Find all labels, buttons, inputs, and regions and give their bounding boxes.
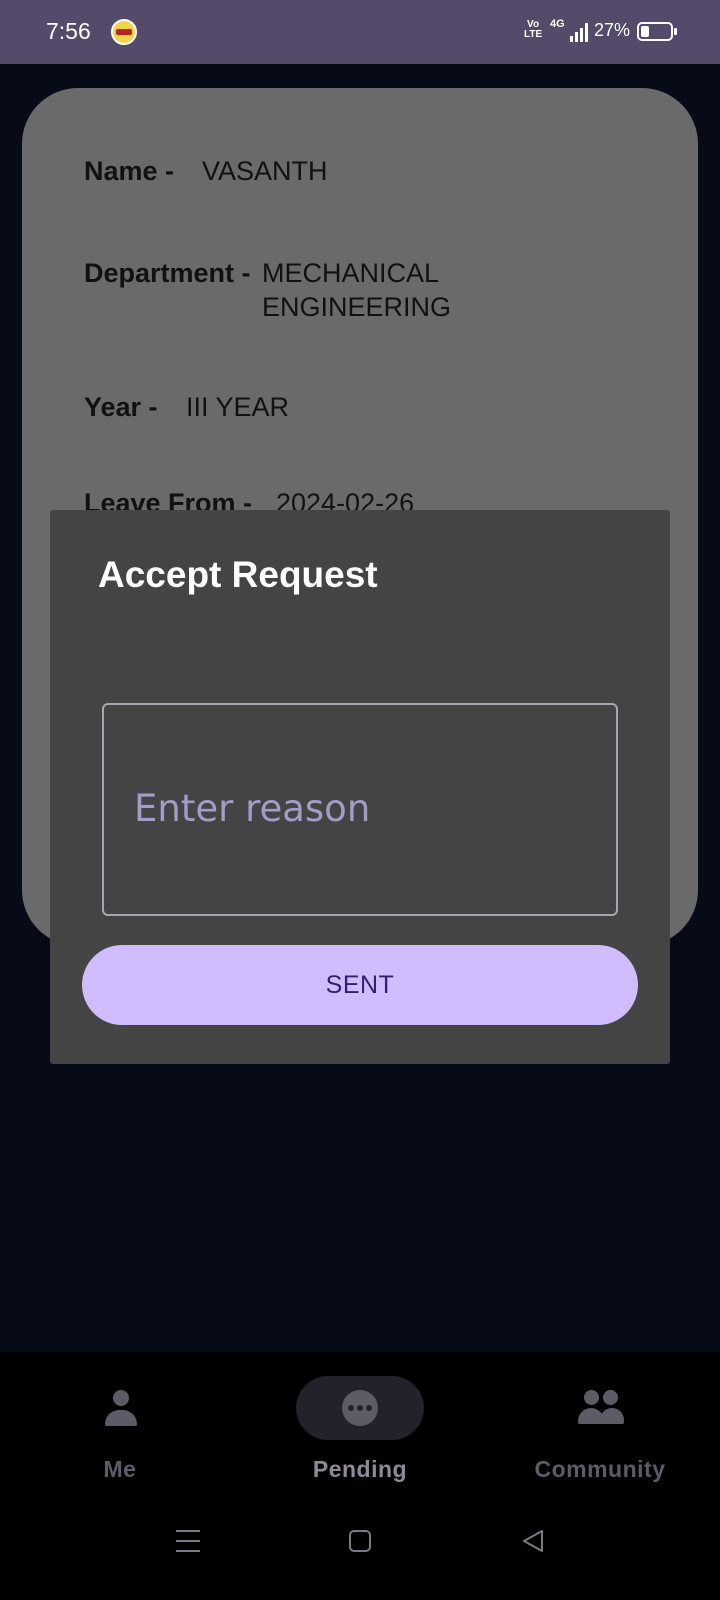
more-horiz-icon <box>342 1390 378 1426</box>
reason-field[interactable] <box>102 703 618 916</box>
year-value: III YEAR <box>186 392 290 422</box>
nav-item-me[interactable]: Me <box>0 1352 240 1492</box>
volte-indicator: Vo LTE <box>524 19 543 40</box>
reason-input[interactable] <box>134 783 584 833</box>
department-row: Department - MECHANICAL ENGINEERING <box>84 258 451 322</box>
year-label: Year - <box>84 392 158 422</box>
nav-label-community: Community <box>534 1456 666 1482</box>
name-row: Name - VASANTH <box>84 156 328 187</box>
battery-level <box>641 26 649 37</box>
accept-request-dialog: Accept Request SENT <box>50 510 670 1064</box>
system-navigation-bar <box>0 1492 720 1600</box>
network-type: 4G <box>550 18 565 30</box>
nav-label-pending: Pending <box>312 1456 408 1482</box>
nav-item-pending[interactable]: Pending <box>240 1352 480 1492</box>
status-time: 7:56 <box>46 18 91 44</box>
battery-icon <box>637 22 677 41</box>
name-value: VASANTH <box>202 156 328 186</box>
group-icon <box>578 1390 624 1426</box>
department-value: MECHANICAL ENGINEERING <box>262 258 452 322</box>
year-row: Year - III YEAR <box>84 392 289 423</box>
back-icon[interactable] <box>520 1528 546 1554</box>
home-icon[interactable] <box>349 1530 371 1552</box>
dialog-title: Accept Request <box>98 554 378 595</box>
signal-icon <box>570 22 590 42</box>
department-label: Department - <box>84 258 251 288</box>
app-notification-icon <box>111 19 137 45</box>
sent-button[interactable]: SENT <box>82 945 638 1025</box>
menu-icon[interactable] <box>176 1530 200 1552</box>
nav-item-community[interactable]: Community <box>480 1352 720 1492</box>
bottom-navigation: Me Pending Community <box>0 1352 720 1492</box>
name-label: Name - <box>84 156 175 186</box>
battery-percent: 27% <box>594 20 631 40</box>
person-icon <box>103 1390 139 1426</box>
nav-label-me: Me <box>103 1456 137 1482</box>
status-bar: 7:56 Vo LTE 4G 27% <box>0 0 720 64</box>
